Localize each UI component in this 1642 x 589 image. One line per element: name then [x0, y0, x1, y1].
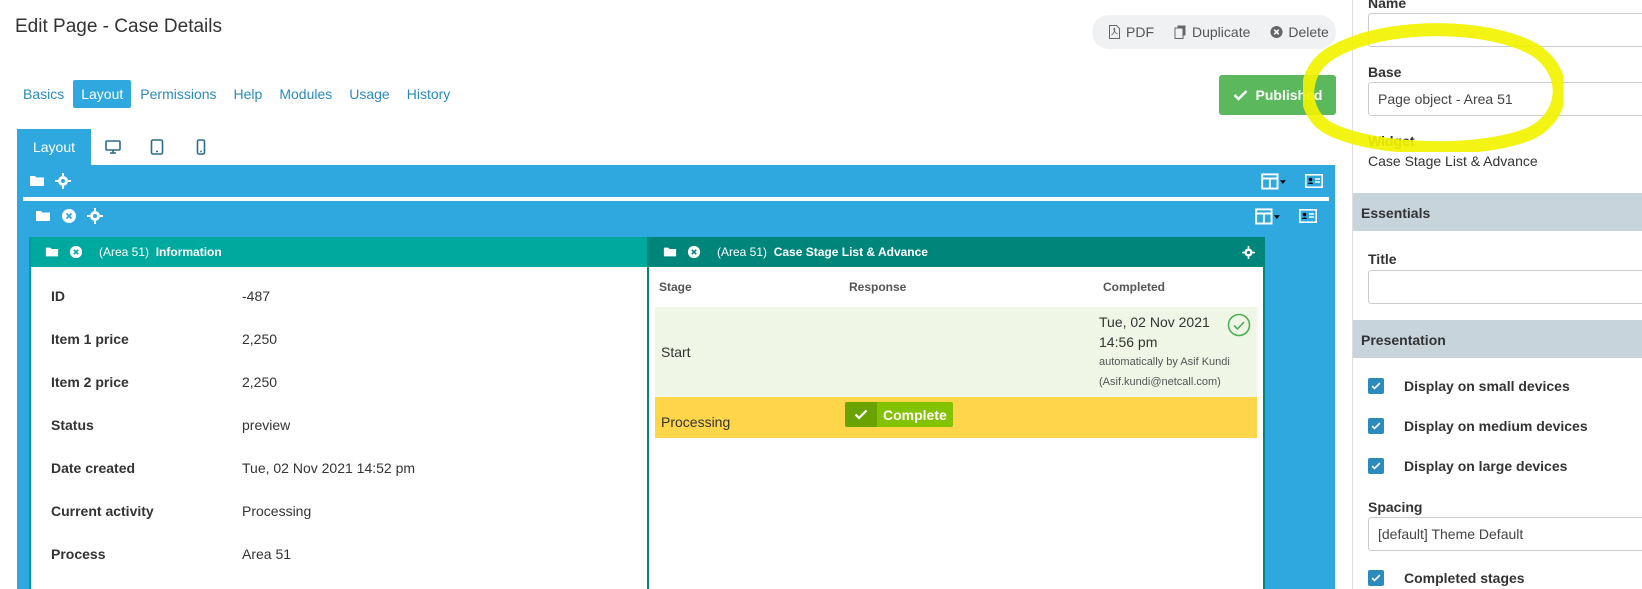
layout-view-tabs: Layout: [17, 129, 223, 165]
title-label: Title: [1368, 251, 1397, 267]
columns-dropdown-icon[interactable]: [1261, 172, 1287, 191]
page-tabs: Basics Layout Permissions Help Modules U…: [15, 80, 459, 108]
tab-help[interactable]: Help: [226, 80, 271, 108]
stage-name: Processing: [661, 413, 731, 430]
information-widget-title: (Area 51) Information: [99, 245, 222, 259]
title-field[interactable]: [1368, 270, 1642, 304]
close-circle-icon[interactable]: [687, 245, 701, 259]
spacing-select[interactable]: [default] Theme Default: [1368, 517, 1642, 551]
check-icon: [1233, 90, 1247, 101]
delete-label: Delete: [1288, 24, 1329, 40]
pdf-icon: [1109, 25, 1120, 39]
id-card-icon[interactable]: [1305, 174, 1323, 188]
information-widget: (Area 51) Information ID -487 Item 1 pric…: [29, 237, 675, 589]
row-toolbar: [23, 201, 1329, 231]
gear-icon[interactable]: [1242, 245, 1255, 259]
columns-dropdown-icon[interactable]: [1255, 207, 1281, 226]
tab-layout-view[interactable]: Layout: [17, 129, 91, 165]
page-actions: PDF Duplicate Delete: [1092, 15, 1336, 49]
base-label: Base: [1368, 64, 1402, 80]
gear-icon[interactable]: [87, 208, 103, 224]
pdf-label: PDF: [1126, 24, 1154, 40]
published-button[interactable]: Published: [1219, 75, 1336, 115]
widget-value: Case Stage List & Advance: [1368, 153, 1538, 169]
info-row-process: Process Area 51: [51, 545, 292, 562]
gear-icon[interactable]: [55, 173, 71, 189]
tab-layout[interactable]: Layout: [73, 80, 132, 108]
checkbox[interactable]: [1368, 418, 1384, 434]
name-label: Name: [1368, 0, 1407, 11]
completed-stages-checkbox-row[interactable]: Completed stages: [1368, 570, 1525, 586]
check-circle-icon: [1227, 313, 1251, 337]
tab-history[interactable]: History: [399, 80, 459, 108]
folder-icon[interactable]: [29, 173, 45, 189]
layout-container: (Area 51) Information ID -487 Item 1 pric…: [17, 165, 1335, 589]
info-row-item1-price: Item 1 price 2,250: [51, 330, 278, 347]
mobile-view-tab[interactable]: [179, 129, 223, 165]
tab-basics[interactable]: Basics: [15, 80, 72, 108]
display-small-checkbox-row[interactable]: Display on small devices: [1368, 378, 1570, 394]
page-title: Edit Page - Case Details: [15, 16, 222, 37]
information-list: ID -487 Item 1 price 2,250 Item 2 price 2,2…: [31, 267, 673, 575]
response-column-header: Response: [849, 280, 907, 294]
checkbox[interactable]: [1368, 570, 1384, 586]
presentation-section-header[interactable]: Presentation: [1353, 320, 1642, 358]
checkbox[interactable]: [1368, 378, 1384, 394]
pdf-button[interactable]: PDF: [1108, 24, 1154, 40]
stage-row-start: Start Tue, 02 Nov 2021 14:56 pm automati…: [655, 307, 1257, 397]
info-row-item2-price: Item 2 price 2,250: [51, 373, 278, 390]
close-circle-icon: [1270, 25, 1283, 39]
case-stage-widget-title: (Area 51) Case Stage List & Advance: [717, 245, 928, 259]
info-row-date-created: Date created Tue, 02 Nov 2021 14:52 pm: [51, 459, 416, 476]
base-field[interactable]: Page object - Area 51: [1368, 82, 1642, 116]
close-circle-icon[interactable]: [69, 245, 83, 259]
duplicate-label: Duplicate: [1192, 24, 1251, 40]
copy-icon: [1174, 25, 1186, 39]
stage-column-header: Stage: [659, 280, 692, 294]
spacing-label: Spacing: [1368, 499, 1423, 515]
case-stage-widget-header: (Area 51) Case Stage List & Advance: [649, 237, 1263, 267]
info-row-status: Status preview: [51, 416, 291, 433]
stage-table-header: Stage Response Completed: [649, 267, 1263, 307]
essentials-section-header[interactable]: Essentials: [1353, 193, 1642, 231]
completed-by: automatically by Asif Kundi: [1099, 356, 1230, 368]
folder-icon[interactable]: [35, 208, 51, 224]
tablet-icon: [150, 139, 164, 155]
stage-name: Start: [661, 344, 691, 360]
tablet-view-tab[interactable]: [135, 129, 179, 165]
tab-permissions[interactable]: Permissions: [132, 80, 224, 108]
check-icon: [845, 402, 877, 427]
desktop-icon: [105, 140, 121, 154]
case-stage-widget: (Area 51) Case Stage List & Advance Stag…: [647, 237, 1265, 589]
duplicate-button[interactable]: Duplicate: [1174, 24, 1250, 40]
checkbox[interactable]: [1368, 458, 1384, 474]
desktop-view-tab[interactable]: [91, 129, 135, 165]
published-label: Published: [1255, 87, 1323, 103]
info-row-current-activity: Current activity Processing: [51, 502, 312, 519]
mobile-icon: [196, 139, 206, 155]
tab-modules[interactable]: Modules: [271, 80, 340, 108]
id-card-icon[interactable]: [1299, 209, 1317, 223]
delete-button[interactable]: Delete: [1270, 24, 1329, 40]
folder-icon[interactable]: [45, 245, 59, 259]
properties-panel: Name Base Page object - Area 51 Widget C…: [1352, 0, 1642, 589]
folder-icon[interactable]: [663, 245, 677, 259]
completed-email: (Asif.kundi@netcall.com): [1099, 376, 1221, 388]
stage-row-processing: Processing Complete: [655, 397, 1257, 438]
close-circle-icon[interactable]: [61, 208, 77, 224]
name-field[interactable]: [1368, 13, 1642, 47]
tab-usage[interactable]: Usage: [341, 80, 397, 108]
information-widget-header: (Area 51) Information: [31, 237, 673, 267]
row-container: (Area 51) Information ID -487 Item 1 pric…: [23, 201, 1329, 589]
widget-label: Widget: [1368, 133, 1415, 149]
display-medium-checkbox-row[interactable]: Display on medium devices: [1368, 418, 1588, 434]
completed-column-header: Completed: [1103, 280, 1166, 294]
info-row-id: ID -487: [51, 287, 271, 304]
complete-stage-button[interactable]: Complete: [845, 402, 953, 427]
display-large-checkbox-row[interactable]: Display on large devices: [1368, 458, 1567, 474]
container-toolbar: [17, 165, 1335, 197]
